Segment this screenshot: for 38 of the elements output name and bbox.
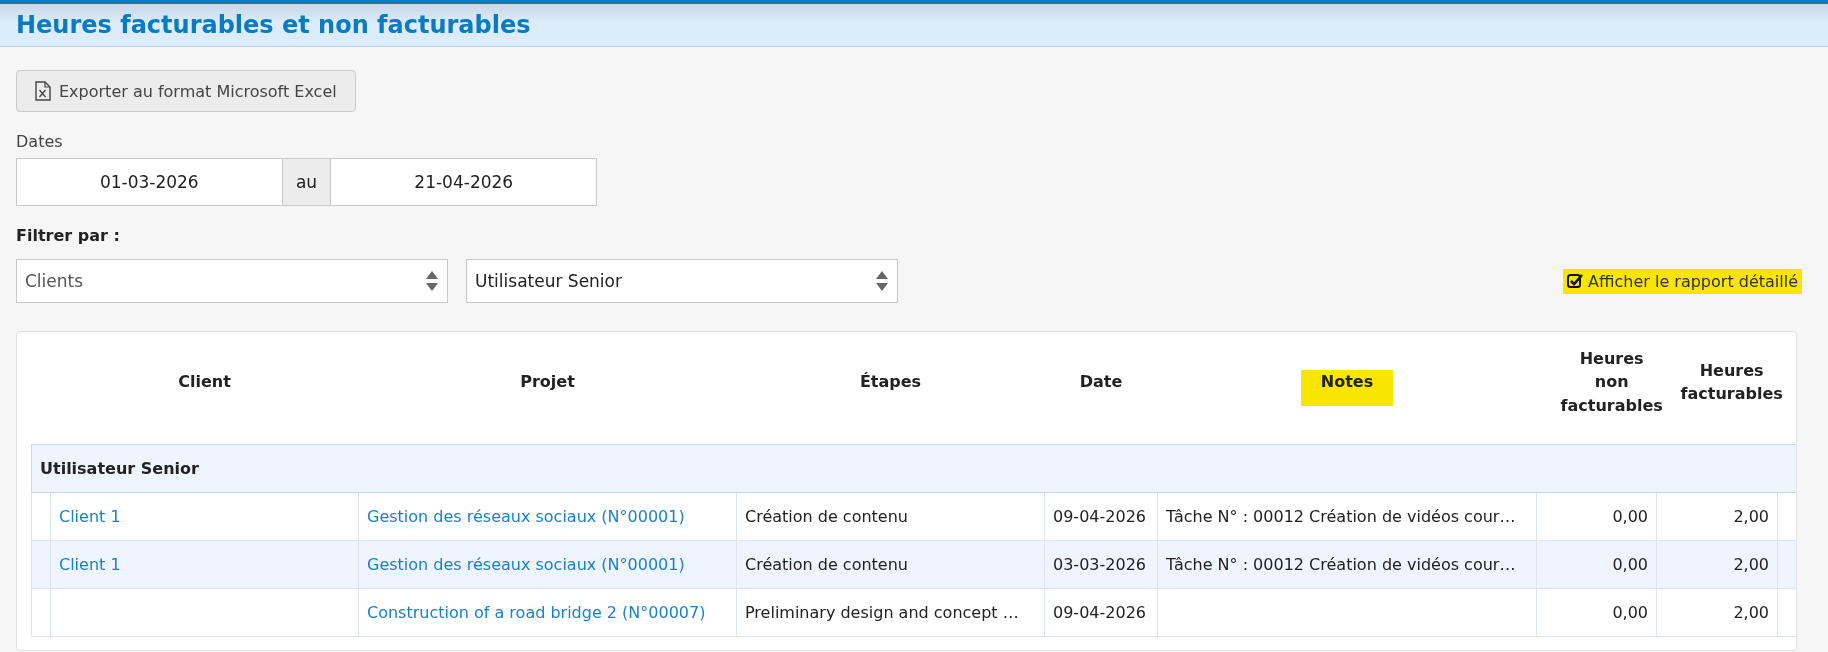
- date-cell: 03-03-2026: [1053, 555, 1146, 574]
- notes-cell: Tâche N° : 00012 Création de vidéos cour…: [1166, 555, 1516, 574]
- step-cell: Création de contenu: [745, 507, 908, 526]
- client-link[interactable]: Client 1: [59, 555, 121, 574]
- column-header: Date: [1078, 371, 1124, 394]
- start-date-field[interactable]: 01-03-2026: [16, 158, 283, 206]
- end-date-field[interactable]: 21-04-2026: [330, 158, 597, 206]
- column-header: Heures non facturables: [1559, 348, 1664, 417]
- checked-box-icon: [1567, 273, 1584, 289]
- excel-file-icon: [35, 81, 51, 101]
- group-heading: Utilisateur Senior: [40, 459, 199, 478]
- non-billable-hours-cell: 0,00: [1612, 603, 1648, 622]
- billable-hours-cell: 2,00: [1733, 507, 1769, 526]
- export-excel-button[interactable]: Exporter au format Microsoft Excel: [16, 70, 356, 112]
- filter-label: Filtrer par :: [16, 226, 121, 245]
- detailed-report-checkbox[interactable]: Afficher le rapport détaillé: [1563, 268, 1802, 294]
- non-billable-hours-cell: 0,00: [1612, 507, 1648, 526]
- column-header: Client: [177, 371, 232, 394]
- step-cell: Preliminary design and concept …: [745, 603, 1019, 622]
- billable-hours-cell: 2,00: [1733, 555, 1769, 574]
- notes-cell: Tâche N° : 00012 Création de vidéos cour…: [1166, 507, 1516, 526]
- column-header: Étapes: [858, 371, 923, 394]
- sort-arrows-icon: [875, 270, 889, 292]
- client-link[interactable]: Client 1: [59, 507, 121, 526]
- date-separator: au: [282, 158, 331, 206]
- filter-dropdown[interactable]: Utilisateur Senior: [466, 259, 898, 303]
- column-header: Notes: [1300, 370, 1394, 406]
- page-title: Heures facturables et non facturables: [16, 11, 531, 39]
- date-cell: 09-04-2026: [1053, 507, 1146, 526]
- column-header: Projet: [519, 371, 576, 394]
- non-billable-hours-cell: 0,00: [1612, 555, 1648, 574]
- dates-label: Dates: [16, 132, 64, 151]
- sort-arrows-icon: [425, 270, 439, 292]
- step-cell: Création de contenu: [745, 555, 908, 574]
- billable-hours-cell: 2,00: [1733, 603, 1769, 622]
- column-header: Heures facturables: [1679, 359, 1784, 405]
- filter-dropdown[interactable]: Clients: [16, 259, 448, 303]
- date-cell: 09-04-2026: [1053, 603, 1146, 622]
